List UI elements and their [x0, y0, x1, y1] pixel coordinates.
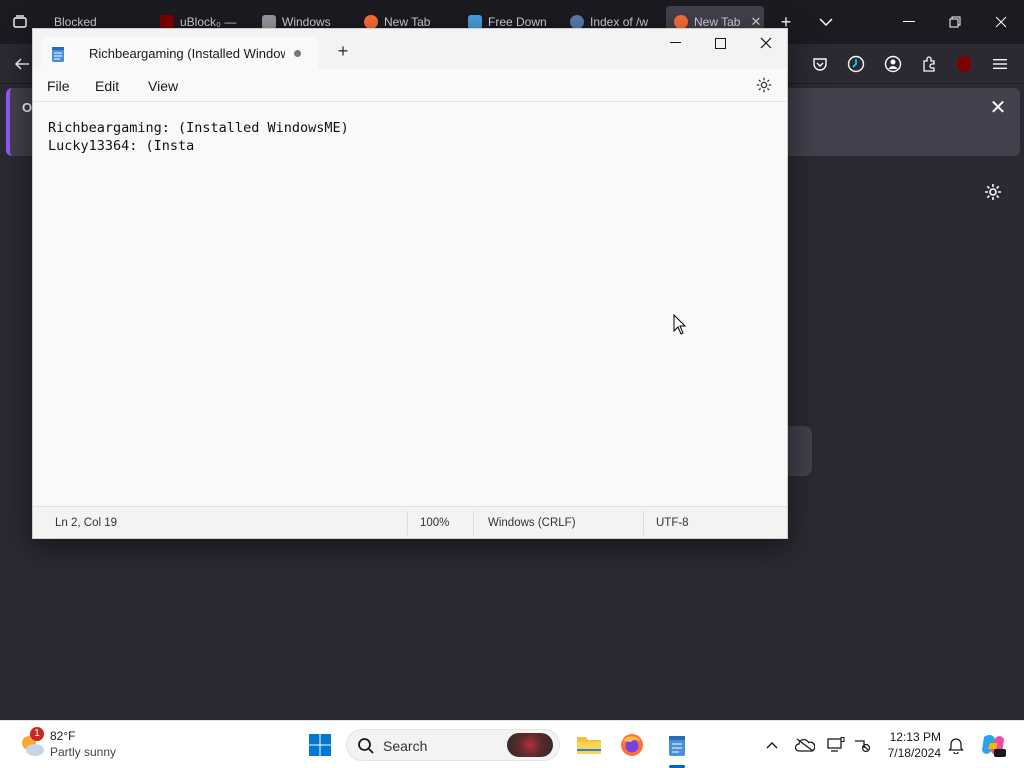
copilot-icon[interactable]	[980, 733, 1006, 757]
text-line: Richbeargaming: (Installed WindowsME)	[48, 120, 349, 136]
display-icon[interactable]	[826, 735, 846, 755]
menu-edit[interactable]: Edit	[95, 78, 119, 94]
search-label: Search	[383, 738, 428, 754]
download-page-icon	[468, 15, 482, 29]
close-window-button[interactable]	[743, 29, 789, 57]
weather-temperature: 82°F	[50, 729, 76, 743]
menu-view[interactable]: View	[148, 78, 178, 94]
chevron-down-icon[interactable]	[806, 0, 846, 44]
new-tab-button[interactable]: +	[333, 41, 353, 61]
notepad-app-icon	[52, 47, 64, 62]
folder-icon	[577, 737, 601, 754]
clock-date[interactable]: 7/18/2024	[888, 746, 941, 760]
weather-widget[interactable]: 1 82°F Partly sunny	[18, 727, 138, 761]
settings-gear-icon[interactable]	[755, 76, 773, 94]
minimize-button[interactable]	[886, 0, 932, 44]
start-button[interactable]	[304, 729, 336, 761]
notepad-app-icon	[669, 736, 685, 756]
ublock-icon	[160, 15, 174, 29]
minimize-button[interactable]	[652, 29, 698, 57]
taskbar-notepad[interactable]	[661, 729, 693, 761]
notepad-window: Richbeargaming (Installed Window + File …	[32, 28, 788, 539]
weather-alert-badge: 1	[30, 727, 44, 741]
notepad-title-bar: Richbeargaming (Installed Window +	[33, 29, 787, 69]
onedrive-offline-icon[interactable]	[795, 735, 815, 755]
browser-tab-label: New Tab	[384, 15, 431, 29]
back-arrow-icon[interactable]	[12, 54, 32, 74]
browser-tab-label: Windows	[282, 15, 331, 29]
encoding[interactable]: UTF-8	[656, 517, 689, 529]
zoom-level[interactable]: 100%	[420, 517, 449, 529]
search-icon	[358, 738, 374, 754]
windows-logo-icon	[309, 734, 331, 756]
firefox-icon	[621, 734, 643, 756]
firefox-icon	[674, 15, 688, 29]
ublock-icon[interactable]	[954, 54, 974, 74]
restore-button[interactable]	[932, 0, 978, 44]
taskbar-search-box[interactable]: Search	[346, 729, 560, 761]
browser-tab-label: New Tab	[694, 15, 741, 29]
text-editor[interactable]: Richbeargaming: (Installed WindowsME) Lu…	[33, 103, 787, 508]
account-icon[interactable]	[883, 54, 903, 74]
notepad-document-tab[interactable]: Richbeargaming (Installed Window	[41, 37, 318, 69]
close-window-button[interactable]	[978, 0, 1024, 44]
unsaved-indicator	[294, 50, 301, 57]
history-icon[interactable]	[846, 54, 866, 74]
search-highlight-image	[507, 733, 553, 757]
mouse-pointer-icon	[673, 314, 687, 335]
taskbar-firefox[interactable]	[616, 729, 648, 761]
status-divider	[643, 511, 644, 535]
taskbar: 1 82°F Partly sunny Search 12:13 PM 7/18…	[0, 720, 1024, 768]
browser-tab-label: Free Down	[488, 15, 547, 29]
show-hidden-icons-chevron-up-icon[interactable]	[762, 735, 782, 755]
network-disconnected-icon[interactable]	[852, 735, 872, 755]
line-ending[interactable]: Windows (CRLF)	[488, 517, 576, 529]
hamburger-menu-icon[interactable]	[990, 54, 1010, 74]
notepad-menu-bar: File Edit View	[33, 69, 787, 102]
notification-text: O	[22, 100, 33, 115]
menu-file[interactable]: File	[47, 78, 70, 94]
text-line: Lucky13364: (Insta	[48, 138, 195, 154]
status-divider	[473, 511, 474, 535]
status-bar: Ln 2, Col 19 100% Windows (CRLF) UTF-8	[33, 506, 787, 538]
clock-time[interactable]: 12:13 PM	[890, 730, 941, 744]
cursor-position: Ln 2, Col 19	[55, 517, 118, 529]
pocket-icon[interactable]	[810, 54, 830, 74]
notepad-tab-title: Richbeargaming (Installed Window	[89, 46, 285, 61]
notification-bell-icon[interactable]	[946, 735, 966, 755]
weather-description: Partly sunny	[50, 745, 117, 759]
trash-icon	[262, 15, 276, 29]
status-divider	[407, 511, 408, 535]
gear-icon[interactable]	[983, 182, 1003, 202]
close-notification-icon[interactable]: ✕	[988, 98, 1008, 118]
globe-icon	[570, 15, 584, 29]
browser-tab-label: Index of /w	[590, 15, 649, 29]
taskbar-file-explorer[interactable]	[573, 729, 605, 761]
extensions-icon[interactable]	[919, 54, 939, 74]
maximize-button[interactable]	[697, 29, 743, 57]
browser-tab-label: Blocked	[54, 15, 97, 29]
firefox-icon	[364, 15, 378, 29]
browser-tab-label: uBlock₀ —	[180, 15, 237, 29]
